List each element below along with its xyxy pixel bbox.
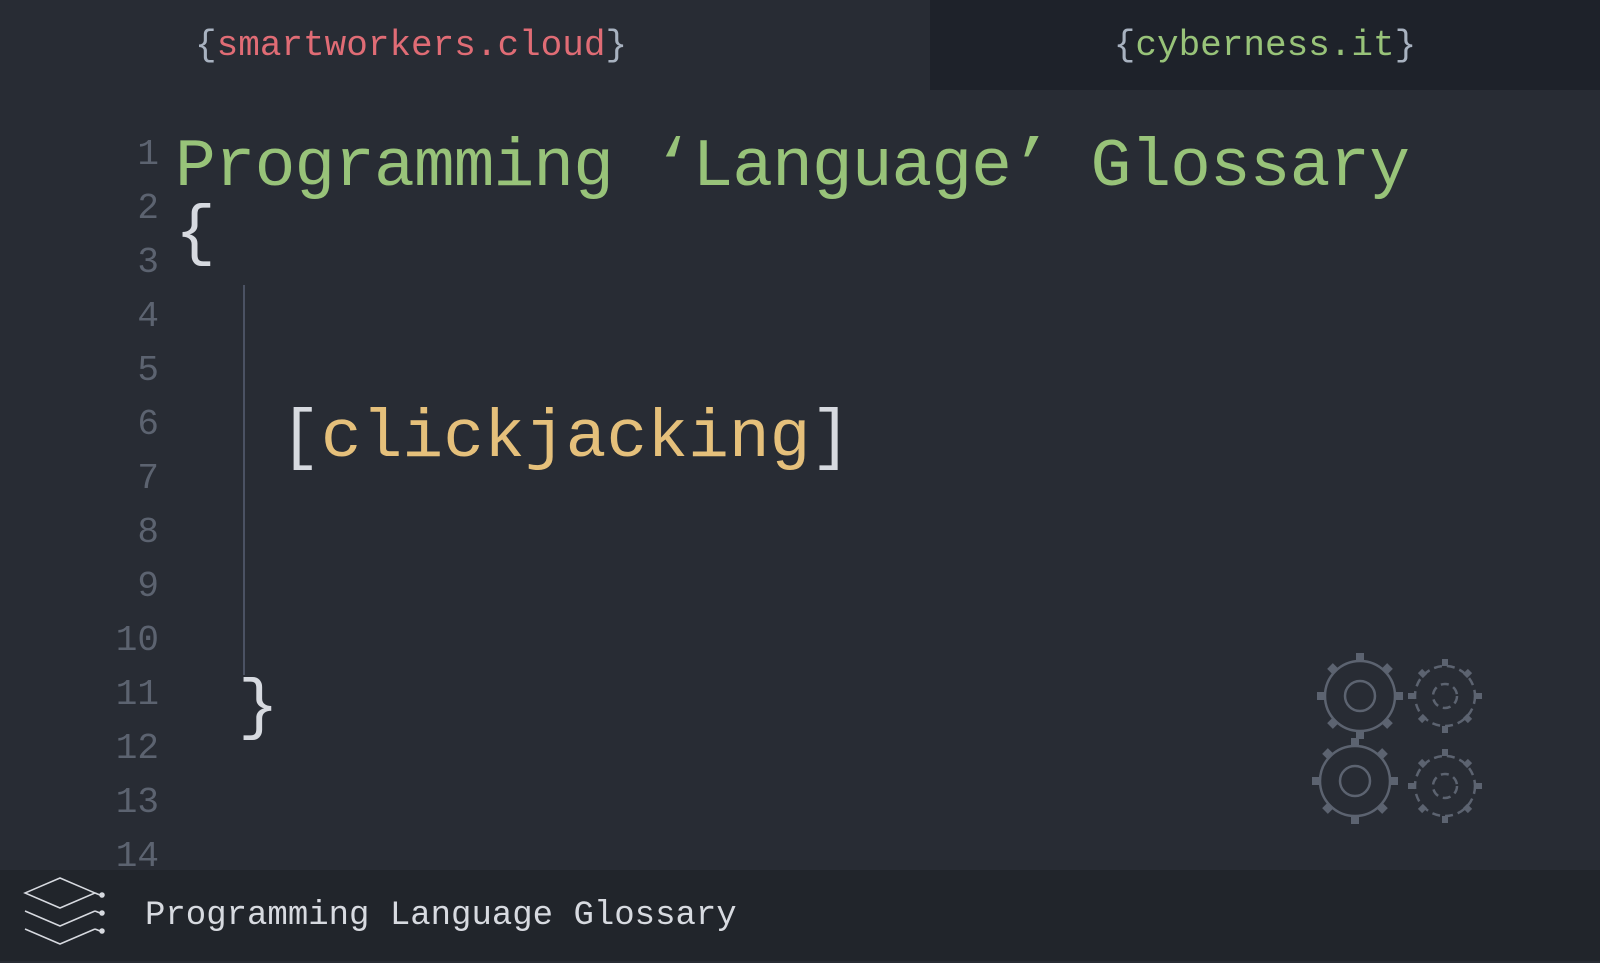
- line-number: 1: [0, 128, 159, 182]
- line-number-gutter: 1 2 3 4 5 6 7 8 9 10 11 12 13 14: [0, 90, 175, 870]
- gears-icon: [1300, 641, 1510, 841]
- close-brace: }: [238, 670, 279, 747]
- line-number: 2: [0, 182, 159, 236]
- domain-cyberness: cyberness.it: [1135, 25, 1394, 66]
- domain-smartworkers: smartworkers.cloud: [217, 25, 606, 66]
- footer-text: Programming Language Glossary: [145, 897, 737, 935]
- line-number: 8: [0, 506, 159, 560]
- line-number: 10: [0, 614, 159, 668]
- glossary-term: clickjacking: [321, 400, 811, 477]
- indent-guide: [243, 285, 245, 675]
- line-number: 7: [0, 452, 159, 506]
- term-line: [clickjacking]: [280, 400, 851, 477]
- brace-close: }: [1395, 25, 1417, 66]
- brace-open: {: [1114, 25, 1136, 66]
- line-number: 5: [0, 344, 159, 398]
- footer: Programming Language Glossary: [0, 870, 1600, 961]
- line-number: 6: [0, 398, 159, 452]
- bracket-close: ]: [811, 400, 852, 477]
- open-brace: {: [175, 200, 1600, 270]
- glossary-title: Programming ‘Language’ Glossary: [175, 128, 1600, 208]
- line-number: 4: [0, 290, 159, 344]
- header-right: {cyberness.it}: [930, 0, 1600, 90]
- layers-icon: [20, 873, 115, 958]
- brace-close: }: [605, 25, 627, 66]
- header-left: {smartworkers.cloud}: [0, 0, 930, 90]
- bracket-open: [: [280, 400, 321, 477]
- line-number: 13: [0, 776, 159, 830]
- line-number: 12: [0, 722, 159, 776]
- brace-open: {: [195, 25, 217, 66]
- line-number: 11: [0, 668, 159, 722]
- line-number: 3: [0, 236, 159, 290]
- header: {smartworkers.cloud} {cyberness.it}: [0, 0, 1600, 90]
- line-number: 9: [0, 560, 159, 614]
